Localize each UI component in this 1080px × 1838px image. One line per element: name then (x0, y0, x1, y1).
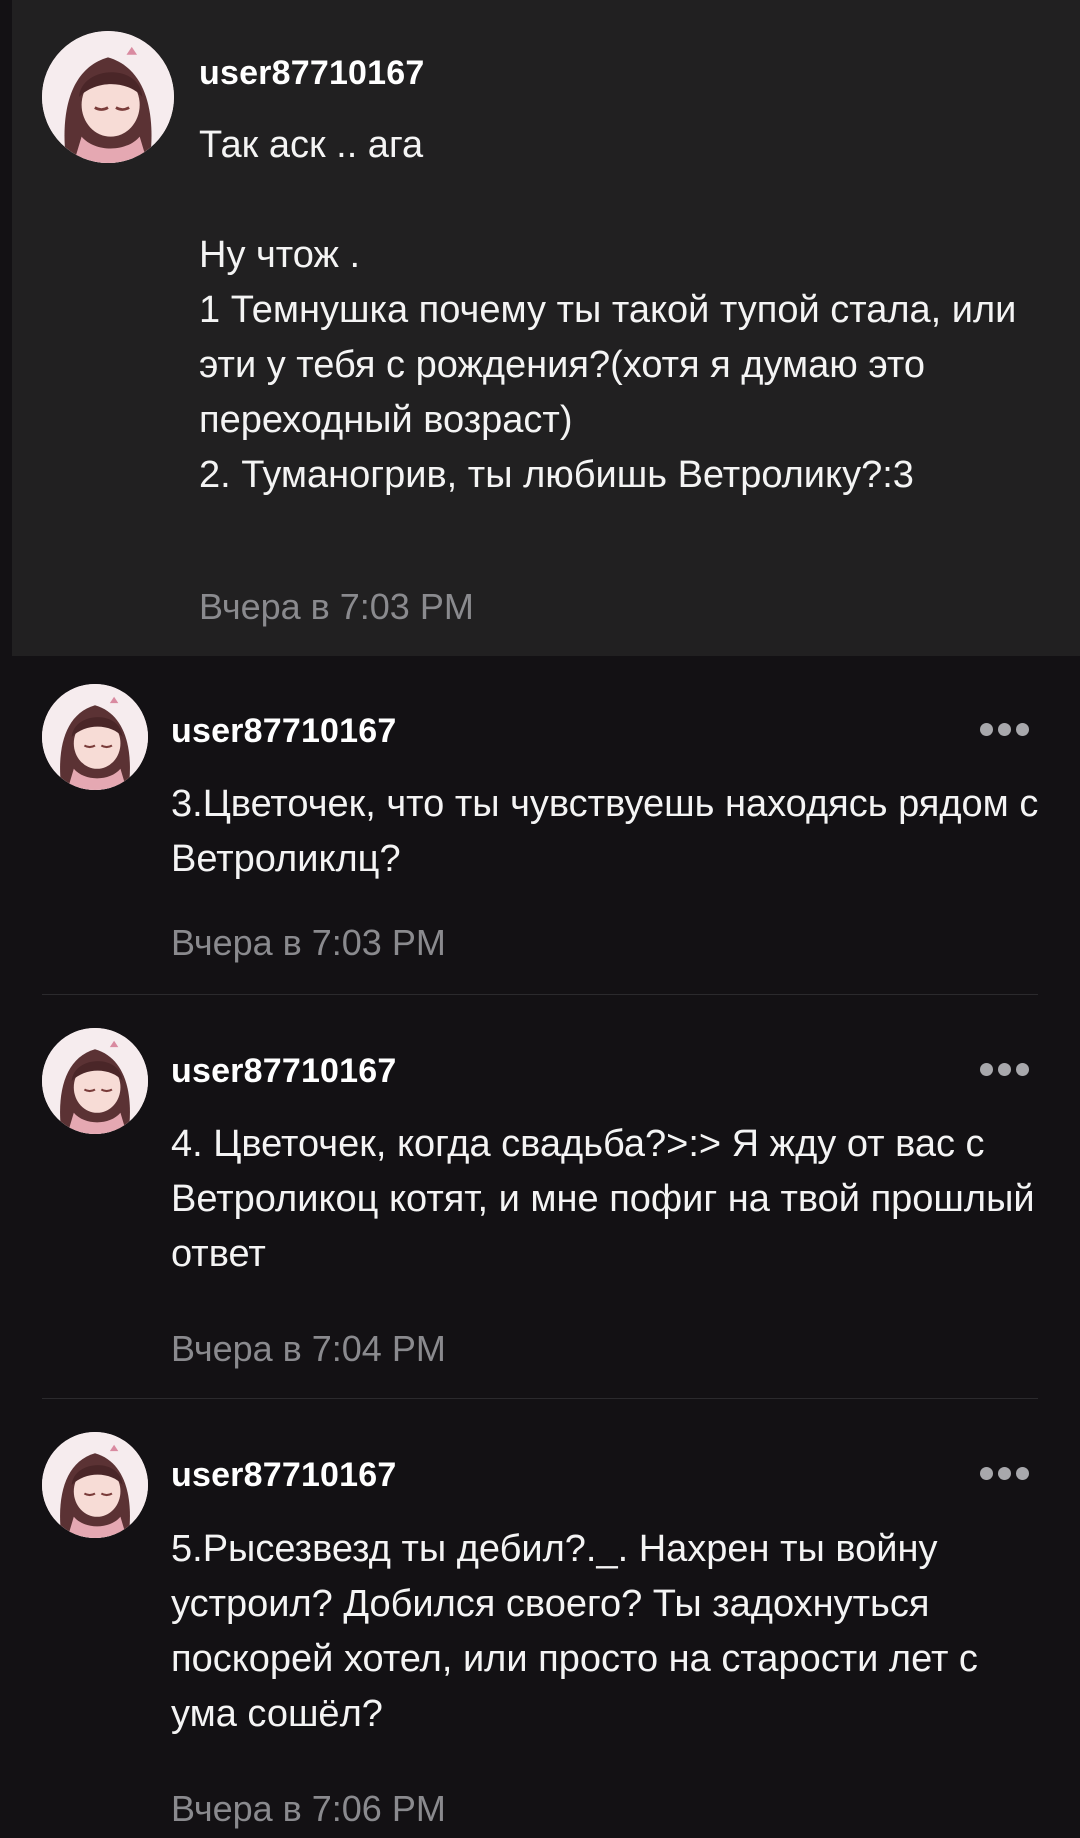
more-horizontal-icon (980, 723, 993, 736)
comment-text: 3.Цветочек, что ты чувствуешь находясь р… (171, 783, 1039, 880)
divider (42, 994, 1038, 995)
divider (42, 1398, 1038, 1399)
avatar-image (42, 1432, 148, 1538)
comment-timestamp: Вчера в 7:03 PM (171, 922, 446, 963)
avatar-image (42, 1028, 148, 1134)
more-horizontal-icon (980, 1063, 993, 1076)
username[interactable]: user87710167 (199, 54, 425, 93)
avatar-image (42, 684, 148, 790)
more-options-button[interactable] (980, 723, 1029, 736)
comment-timestamp: Вчера в 7:06 PM (171, 1788, 446, 1829)
avatar[interactable] (42, 31, 174, 163)
avatar[interactable] (42, 1028, 148, 1134)
more-horizontal-icon (980, 1467, 993, 1480)
username[interactable]: user87710167 (171, 712, 397, 751)
comment-thread: user87710167 Так аск .. ага Ну чтож . 1 … (0, 0, 1080, 1838)
username[interactable]: user87710167 (171, 1052, 397, 1091)
comment-timestamp: Вчера в 7:04 PM (171, 1328, 446, 1369)
comment-text: 5.Рысезвезд ты дебил?._. Нахрен ты войну… (171, 1528, 978, 1735)
avatar[interactable] (42, 684, 148, 790)
username[interactable]: user87710167 (171, 1456, 397, 1495)
more-options-button[interactable] (980, 1467, 1029, 1480)
comment-text: 4. Цветочек, когда свадьба?>:> Я жду от … (171, 1123, 1035, 1275)
more-options-button[interactable] (980, 1063, 1029, 1076)
avatar-image (42, 31, 174, 163)
comment-text: Так аск .. ага Ну чтож . 1 Темнушка поче… (199, 124, 1017, 496)
comment-timestamp: Вчера в 7:03 PM (199, 586, 474, 627)
avatar[interactable] (42, 1432, 148, 1538)
